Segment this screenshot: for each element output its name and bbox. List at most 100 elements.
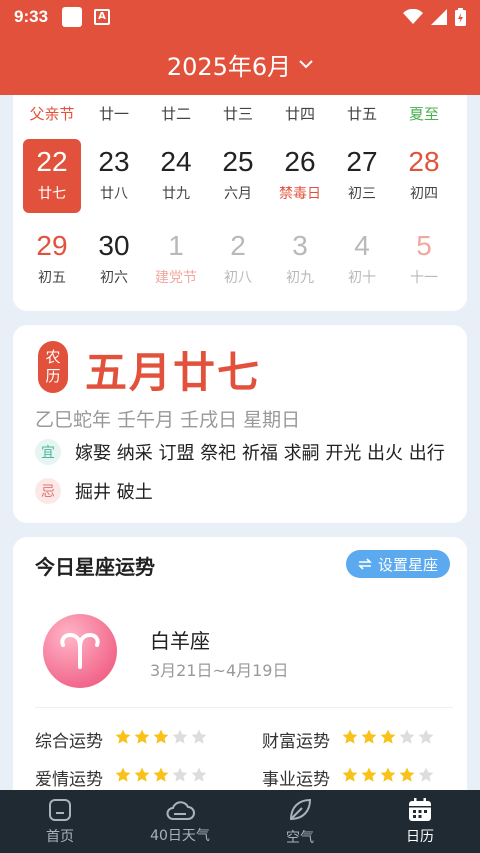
day-number: 2 — [230, 230, 246, 261]
week-header-label: 廿五 — [346, 105, 377, 123]
week-header-label: 夏至 — [408, 105, 439, 123]
ji-text: 掘井 破土 — [75, 482, 153, 503]
day-number: 28 — [408, 146, 440, 177]
calendar-day[interactable]: 27 初三 — [333, 139, 391, 213]
star-rating — [342, 767, 434, 788]
day-number: 27 — [346, 146, 378, 177]
aries-icon — [43, 614, 117, 688]
calendar-day[interactable]: 5 十一 — [395, 223, 453, 297]
day-lunar-label: 禁毒日 — [279, 186, 321, 202]
fortune-row: 财富运势 — [262, 727, 434, 752]
calendar-card: 父亲节 廿一 廿二 廿三 廿四 廿五 夏至 22 廿七 23 廿八 24 廿九 25 六月 26 禁毒日 27 初… — [13, 95, 467, 311]
calendar-day[interactable]: 25 六月 — [209, 139, 267, 213]
week-header-label: 廿二 — [160, 105, 191, 123]
sign-date-range: 3月21日~4月19日 — [150, 661, 289, 680]
star-icon — [153, 767, 169, 788]
lunar-badge: 农 历 — [38, 341, 68, 393]
day-lunar-label: 初六 — [100, 270, 128, 286]
day-number: 22 — [36, 146, 68, 177]
star-icon — [191, 767, 207, 788]
nav-home-label: 首页 — [46, 828, 74, 845]
ji-tag: 忌 — [35, 478, 61, 504]
day-lunar-label: 初四 — [410, 186, 438, 202]
star-icon — [191, 729, 207, 750]
day-number: 23 — [98, 146, 130, 177]
star-icon — [418, 767, 434, 788]
yi-text: 嫁娶 纳采 订盟 祭祀 祈福 求嗣 开光 出火 出行 — [75, 443, 445, 464]
star-icon — [361, 729, 377, 750]
calendar-day[interactable]: 28 初四 — [395, 139, 453, 213]
star-icon — [361, 767, 377, 788]
star-icon — [115, 729, 131, 750]
day-number: 24 — [160, 146, 192, 177]
calendar-day[interactable]: 3 初九 — [271, 223, 329, 297]
day-lunar-label: 初八 — [224, 270, 252, 286]
status-time: 9:33 — [14, 6, 49, 26]
star-rating — [115, 729, 207, 750]
week-header-label: 廿一 — [98, 105, 129, 123]
lunar-card: 农 历 五月廿七 乙巳蛇年 壬午月 壬戌日 星期日 宜 嫁娶 纳采 订盟 祭祀 … — [13, 325, 467, 523]
day-number: 26 — [284, 146, 316, 177]
star-icon — [380, 767, 396, 788]
calendar-day[interactable]: 4 初十 — [333, 223, 391, 297]
lunar-badge-top: 农 — [45, 348, 61, 366]
nav-40day-weather[interactable]: 40日天气 — [120, 790, 240, 853]
sign-name: 白羊座 — [150, 629, 210, 653]
day-number: 29 — [36, 230, 68, 261]
week-header-label: 父亲节 — [29, 105, 75, 123]
day-lunar-label: 六月 — [224, 186, 252, 202]
set-sign-button[interactable]: 设置星座 — [345, 550, 450, 578]
nav-calendar[interactable]: 日历 — [360, 790, 480, 853]
calendar-day[interactable]: 23 廿八 — [85, 139, 143, 213]
week-header-label: 廿三 — [222, 105, 253, 123]
calendar-day[interactable]: 30 初六 — [85, 223, 143, 297]
star-rating — [115, 767, 207, 788]
star-icon — [172, 729, 188, 750]
calendar-day[interactable]: 26 禁毒日 — [271, 139, 329, 213]
calendar-day[interactable]: 29 初五 — [23, 223, 81, 297]
notification-icon — [62, 6, 83, 27]
star-rating — [342, 729, 434, 750]
wifi-icon — [403, 8, 423, 24]
day-number: 25 — [222, 146, 254, 177]
bottom-nav: 首页 40日天气 空气 日历 — [0, 790, 480, 853]
day-lunar-label: 廿八 — [100, 186, 128, 202]
nav-home[interactable]: 首页 — [0, 790, 120, 853]
lunar-date: 五月廿七 — [85, 348, 262, 397]
yi-row[interactable]: 宜 嫁娶 纳采 订盟 祭祀 祈福 求嗣 开光 出火 出行 — [35, 439, 455, 465]
ji-row[interactable]: 忌 掘井 破土 — [35, 478, 455, 504]
nav-40day-label: 40日天气 — [150, 827, 210, 844]
yi-tag: 宜 — [35, 439, 61, 465]
fortune-row: 爱情运势 — [35, 765, 207, 790]
day-number: 30 — [98, 230, 130, 261]
calendar-icon — [409, 797, 431, 821]
calendar-day[interactable]: 22 廿七 — [23, 139, 81, 213]
star-icon — [115, 767, 131, 788]
signal-icon — [431, 8, 447, 25]
week-header-label: 廿四 — [284, 105, 315, 123]
day-lunar-label: 廿七 — [38, 186, 66, 202]
star-icon — [134, 729, 150, 750]
star-icon — [342, 729, 358, 750]
star-icon — [399, 767, 415, 788]
star-icon — [399, 729, 415, 750]
day-lunar-label: 廿九 — [162, 186, 190, 202]
calendar-day[interactable]: 24 廿九 — [147, 139, 205, 213]
fortune-row: 综合运势 — [35, 727, 207, 752]
fortune-label: 综合运势 — [35, 732, 103, 752]
month-selector[interactable]: 2025年6月 — [0, 33, 480, 95]
a-badge-icon: A — [94, 8, 111, 25]
star-icon — [172, 767, 188, 788]
day-lunar-label: 十一 — [410, 270, 438, 286]
fortune-row: 事业运势 — [262, 765, 434, 790]
horoscope-title: 今日星座运势 — [35, 555, 155, 579]
day-lunar-label: 初十 — [348, 270, 376, 286]
calendar-day[interactable]: 2 初八 — [209, 223, 267, 297]
divider — [35, 707, 453, 708]
calendar-day[interactable]: 1 建党节 — [147, 223, 205, 297]
nav-air[interactable]: 空气 — [240, 790, 360, 853]
swap-icon — [358, 558, 372, 570]
star-icon — [418, 729, 434, 750]
day-lunar-label: 初三 — [348, 186, 376, 202]
nav-calendar-label: 日历 — [406, 828, 434, 845]
